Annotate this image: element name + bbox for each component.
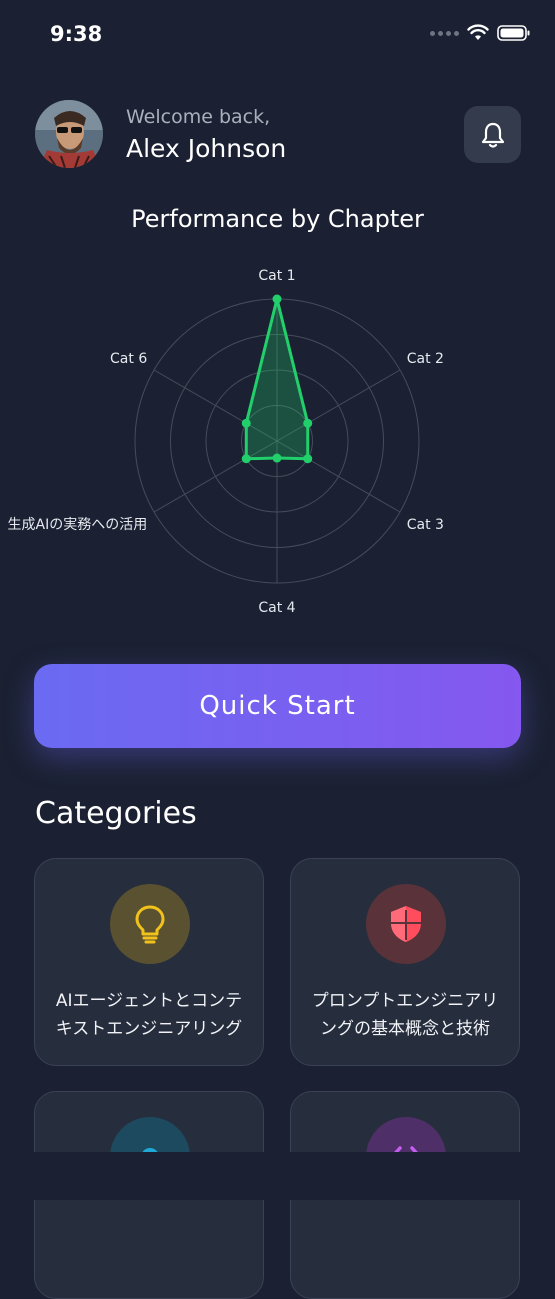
radar-data-point xyxy=(303,418,313,428)
status-bar: 9:38 xyxy=(0,0,555,70)
radar-data-point xyxy=(272,294,282,304)
radar-axis-label: Cat 6 xyxy=(110,351,147,367)
chart-title: Performance by Chapter xyxy=(131,205,424,233)
radar-data-point xyxy=(272,453,282,463)
shield-icon xyxy=(366,884,446,964)
category-card-ai-agents[interactable]: AIエージェントとコンテ キストエンジニアリング xyxy=(34,858,264,1066)
category-card-label: AIエージェントとコンテ キストエンジニアリング xyxy=(45,987,253,1043)
status-icons xyxy=(430,24,531,42)
category-card-prompt-engineering[interactable]: プロンプトエンジニアリ ングの基本概念と技術 xyxy=(290,858,520,1066)
card-label-line: キストエンジニアリング xyxy=(55,1019,243,1039)
categories-title: Categories xyxy=(35,796,197,831)
wifi-icon xyxy=(467,24,489,40)
bell-icon xyxy=(481,122,504,148)
quick-start-button[interactable]: Quick Start xyxy=(34,664,521,748)
signal-icon xyxy=(430,30,459,36)
radar-data-point xyxy=(303,454,313,464)
user-name: Alex Johnson xyxy=(126,134,287,163)
radar-data-point xyxy=(241,418,251,428)
radar-axis-label: Cat 2 xyxy=(407,351,444,367)
radar-chart: Cat 1 Cat 2 Cat 3 Cat 4 生成AIの実務への活用 Cat 6 xyxy=(8,268,444,616)
battery-icon xyxy=(497,25,530,41)
card-label-line: AIエージェントとコンテ xyxy=(55,991,243,1011)
welcome-text: Welcome back, xyxy=(126,106,271,128)
category-card-label: プロンプトエンジニアリ ングの基本概念と技術 xyxy=(301,987,509,1043)
avatar-image xyxy=(35,100,103,168)
bottom-fade xyxy=(0,1152,555,1200)
status-time: 9:38 xyxy=(50,22,103,46)
radar-axis-label: Cat 4 xyxy=(258,600,295,616)
card-label-line: ングの基本概念と技術 xyxy=(320,1019,490,1039)
radar-axis-label: 生成AIの実務への活用 xyxy=(8,517,148,533)
radar-axis-label: Cat 1 xyxy=(258,268,295,284)
avatar[interactable] xyxy=(35,100,103,168)
notification-button[interactable] xyxy=(464,106,521,163)
radar-axis-label: Cat 3 xyxy=(407,517,444,533)
card-label-line: プロンプトエンジニアリ xyxy=(311,991,499,1011)
header: Welcome back, Alex Johnson xyxy=(35,100,521,170)
radar-data-point xyxy=(241,454,251,464)
lightbulb-icon xyxy=(110,884,190,964)
radar-series-area xyxy=(244,297,310,461)
